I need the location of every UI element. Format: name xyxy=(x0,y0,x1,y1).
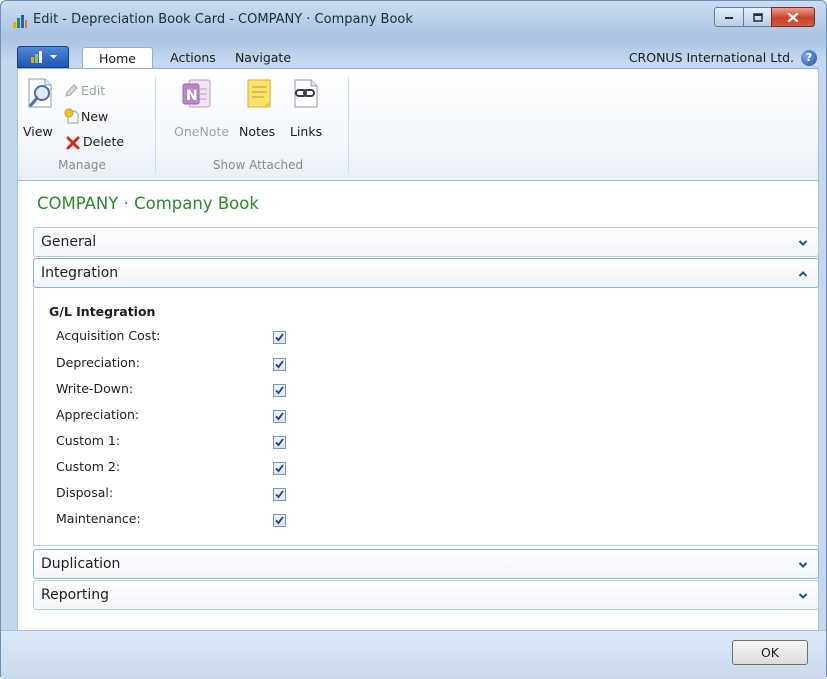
title-bar: Edit - Depreciation Book Card - COMPANY … xyxy=(1,1,826,39)
checkmark-icon xyxy=(275,438,284,447)
company-name: CRONUS International Ltd. xyxy=(628,50,794,65)
checkmark-icon xyxy=(275,360,284,369)
field-label-disposal: Disposal: xyxy=(56,485,114,500)
checkbox-custom-2[interactable] xyxy=(273,462,286,475)
pencil-icon xyxy=(65,84,78,97)
checkbox-depreciation[interactable] xyxy=(273,358,286,371)
close-button[interactable] xyxy=(771,7,815,27)
gl-integration-heading: G/L Integration xyxy=(49,304,156,319)
help-icon[interactable]: ? xyxy=(801,50,817,66)
chevron-down-icon xyxy=(798,593,808,599)
edit-button-label: Edit xyxy=(81,83,106,98)
new-document-icon xyxy=(64,108,79,124)
integration-panel xyxy=(33,288,819,546)
delete-button-label: Delete xyxy=(83,134,125,149)
close-icon xyxy=(787,12,799,22)
links-button-label: Links xyxy=(290,124,323,139)
tab-home[interactable]: Home xyxy=(82,47,153,69)
field-label-custom-2: Custom 2: xyxy=(56,459,121,474)
chevron-down-icon xyxy=(798,240,808,246)
checkbox-disposal[interactable] xyxy=(273,488,286,501)
field-label-maintenance: Maintenance: xyxy=(56,511,141,526)
dynamics-logo-icon xyxy=(30,51,42,63)
onenote-button-label: OneNote xyxy=(174,124,230,139)
fasttab-general-label: General xyxy=(41,234,97,250)
fasttab-integration-label: Integration xyxy=(41,265,119,281)
field-label-appreciation: Appreciation: xyxy=(56,407,140,422)
page-title: COMPANY · Company Book xyxy=(37,194,259,213)
chevron-up-icon xyxy=(798,271,808,277)
checkmark-icon xyxy=(275,412,284,421)
fasttab-reporting[interactable]: Reporting xyxy=(33,580,819,610)
checkmark-icon xyxy=(275,516,284,525)
manage-group-label: Manage xyxy=(58,158,106,172)
field-label-custom-1: Custom 1: xyxy=(56,433,121,448)
window: Edit - Depreciation Book Card - COMPANY … xyxy=(0,0,827,679)
fasttab-duplication-label: Duplication xyxy=(41,556,121,572)
field-label-depreciation: Depreciation: xyxy=(56,355,140,370)
fasttab-reporting-label: Reporting xyxy=(41,587,110,603)
ribbon-separator xyxy=(348,77,349,173)
edit-button: Edit xyxy=(64,82,114,100)
checkbox-maintenance[interactable] xyxy=(273,514,286,527)
ribbon: View Edit New Delete Manage N OneNote No… xyxy=(17,68,819,181)
checkmark-icon xyxy=(275,386,284,395)
dynamics-logo-icon xyxy=(13,15,27,28)
checkbox-appreciation[interactable] xyxy=(273,410,286,423)
delete-icon xyxy=(66,136,80,150)
show-attached-group-label: Show Attached xyxy=(212,158,304,172)
links-icon xyxy=(294,79,318,108)
svg-text:N: N xyxy=(186,88,198,104)
ribbon-separator xyxy=(155,77,156,173)
chevron-down-icon xyxy=(798,562,808,568)
window-title: Edit - Depreciation Book Card - COMPANY … xyxy=(33,12,413,27)
field-label-write-down: Write-Down: xyxy=(56,381,134,396)
notes-button-label: Notes xyxy=(239,124,276,139)
view-button-label: View xyxy=(23,124,53,139)
checkbox-acquisition-cost[interactable] xyxy=(273,331,286,344)
fasttab-duplication[interactable]: Duplication xyxy=(33,549,819,579)
minimize-icon xyxy=(725,17,733,19)
footer-bar xyxy=(1,630,826,679)
maximize-button[interactable] xyxy=(743,7,772,27)
view-icon xyxy=(28,78,52,108)
fasttab-general[interactable]: General xyxy=(33,227,819,257)
fasttab-integration[interactable]: Integration xyxy=(33,258,819,288)
checkmark-icon xyxy=(275,333,284,342)
delete-button[interactable]: Delete xyxy=(64,133,124,151)
new-button-label: New xyxy=(81,109,109,124)
minimize-button[interactable] xyxy=(714,7,744,27)
checkmark-icon xyxy=(275,464,284,473)
onenote-icon: N xyxy=(182,79,211,108)
notes-icon xyxy=(247,79,271,108)
ok-button[interactable]: OK xyxy=(732,640,808,665)
dropdown-arrow-icon xyxy=(49,54,57,59)
field-label-acquisition-cost: Acquisition Cost: xyxy=(56,328,161,343)
checkbox-custom-1[interactable] xyxy=(273,436,286,449)
tab-actions[interactable]: Actions xyxy=(164,47,222,69)
application-menu-button[interactable] xyxy=(17,46,69,68)
checkmark-icon xyxy=(275,490,284,499)
maximize-icon xyxy=(752,12,763,22)
new-button[interactable]: New xyxy=(64,108,114,126)
checkbox-write-down[interactable] xyxy=(273,384,286,397)
tab-navigate[interactable]: Navigate xyxy=(229,47,297,69)
